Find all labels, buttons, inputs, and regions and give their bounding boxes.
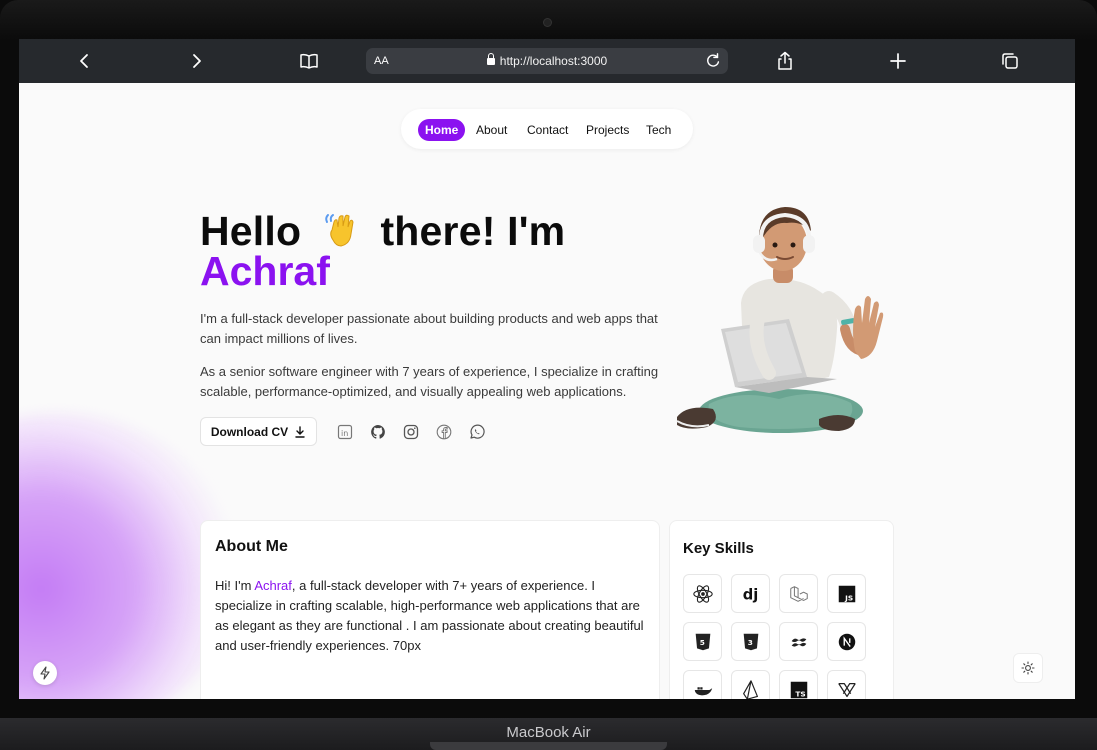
facebook-icon[interactable] (436, 424, 452, 440)
top-nav: Home About Contact Projects Tech (401, 109, 693, 149)
chevron-left-icon (80, 54, 88, 68)
svg-text:in: in (341, 429, 348, 438)
prisma-icon (731, 670, 770, 699)
svg-text:3: 3 (747, 637, 752, 646)
css3-icon: 3 (731, 622, 770, 661)
about-card: About Me Hi! I'm Achraf, a full-stack de… (200, 520, 660, 699)
address-bar[interactable]: AA http://localhost:3000 (366, 48, 728, 74)
html5-icon: 5 (683, 622, 722, 661)
laptop-notch (430, 742, 667, 750)
instagram-icon[interactable] (403, 424, 419, 440)
laravel-icon (779, 574, 818, 613)
browser-toolbar: AA http://localhost:3000 (19, 39, 1075, 83)
nav-about[interactable]: About (469, 119, 514, 141)
download-cv-button[interactable]: Download CV (200, 417, 317, 446)
skills-title: Key Skills (683, 540, 754, 557)
sun-icon (1021, 661, 1035, 675)
lock-icon (486, 53, 495, 65)
forward-button[interactable] (185, 50, 207, 72)
about-text-intro: Hi! I'm (215, 578, 255, 593)
theme-toggle-button[interactable] (1013, 653, 1043, 683)
share-icon (778, 51, 792, 70)
tabs-icon (1002, 53, 1018, 69)
tabs-button[interactable] (999, 50, 1021, 72)
waving-hand-icon (321, 210, 361, 250)
hero-name: Achraf (200, 248, 330, 294)
svg-text:dj: dj (742, 586, 758, 603)
react-icon (683, 574, 722, 613)
camera (544, 19, 551, 26)
nav-tech[interactable]: Tech (639, 119, 678, 141)
hero-paragraph-2: As a senior software engineer with 7 yea… (200, 364, 659, 399)
back-button[interactable] (74, 50, 96, 72)
nextjs-icon (827, 622, 866, 661)
new-tab-button[interactable] (887, 50, 909, 72)
about-name: Achraf (254, 578, 292, 593)
chevron-right-icon (193, 54, 201, 68)
github-icon[interactable] (370, 424, 386, 440)
bookmarks-button[interactable] (298, 50, 320, 72)
url-text: http://localhost:3000 (499, 54, 608, 68)
docker-icon (683, 670, 722, 699)
tailwind-icon (779, 622, 818, 661)
javascript-icon: JS (827, 574, 866, 613)
about-text: Hi! I'm Achraf, a full-stack developer w… (215, 576, 651, 656)
django-icon: dj (731, 574, 770, 613)
nav-contact[interactable]: Contact (520, 119, 575, 141)
book-icon (300, 53, 318, 69)
framer-icon (827, 670, 866, 699)
plus-icon (890, 53, 906, 69)
quick-action-button[interactable] (33, 661, 57, 685)
share-button[interactable] (774, 50, 796, 72)
screen: AA http://localhost:3000 Home About Cont… (19, 39, 1075, 699)
download-cv-label: Download CV (210, 424, 289, 439)
developer-avatar-illustration (676, 207, 884, 433)
download-icon (295, 425, 305, 438)
lightning-icon (40, 666, 50, 680)
device-label: MacBook Air (506, 724, 591, 741)
whatsapp-icon[interactable] (469, 424, 485, 440)
typescript-icon: TS (779, 670, 818, 699)
hero-greeting-rest: there! I'm (380, 208, 566, 254)
linkedin-icon[interactable]: in (337, 424, 353, 440)
page: Home About Contact Projects Tech Hello t… (19, 83, 1075, 699)
about-title: About Me (215, 538, 288, 555)
svg-text:5: 5 (699, 637, 704, 646)
hero-paragraph-1: I'm a full-stack developer passionate ab… (200, 311, 658, 346)
svg-text:JS: JS (844, 593, 853, 602)
skills-card: Key Skills dj JS 5 3 TS (669, 520, 894, 699)
nav-projects[interactable]: Projects (579, 119, 636, 141)
nav-home[interactable]: Home (418, 119, 466, 141)
svg-text:TS: TS (795, 689, 805, 698)
reload-icon[interactable] (704, 52, 722, 70)
